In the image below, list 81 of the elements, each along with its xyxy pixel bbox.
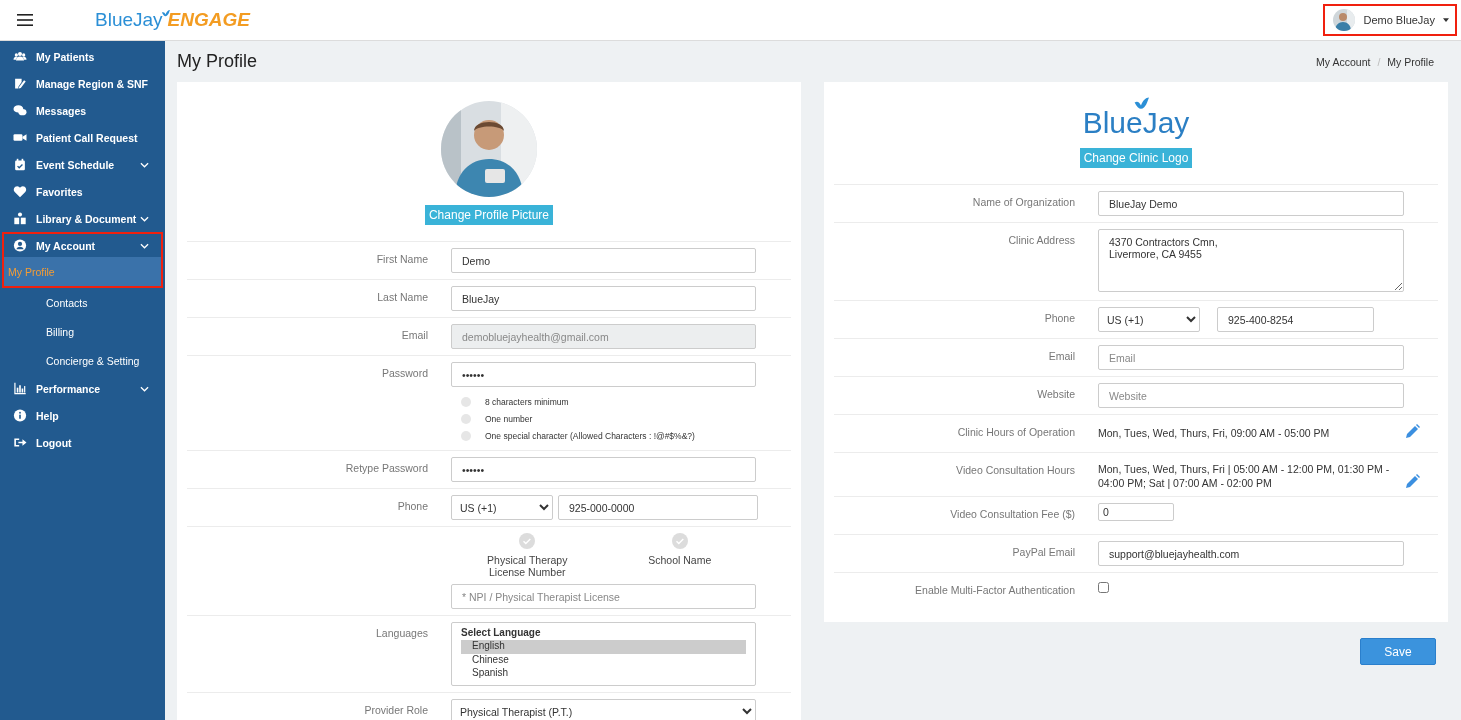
logo-text: ENGAGE [167, 9, 250, 31]
phone-field[interactable]: 925-400-8254 [1217, 307, 1374, 332]
users-icon [12, 50, 28, 63]
clinic-logo: BlueJay [1082, 106, 1190, 140]
role-select[interactable]: Physical Therapist (P.T.) [451, 699, 756, 720]
field-label: PayPal Email [1012, 546, 1075, 558]
field-label: Email [401, 329, 428, 341]
field-label: Phone [397, 500, 428, 512]
country-code-select[interactable]: US (+1) [451, 495, 553, 520]
field-label: Clinic Address [1008, 234, 1075, 246]
field-label: Last Name [377, 291, 428, 303]
password-field[interactable]: •••••• [451, 362, 756, 387]
nav-subitem[interactable]: Billing [0, 317, 165, 346]
field-label: Email [1048, 350, 1075, 362]
bird-icon [1133, 96, 1149, 112]
nav-item[interactable]: My Account [4, 234, 161, 257]
pencil-icon[interactable] [1404, 424, 1420, 440]
text-field[interactable]: BlueJay Demo [1098, 191, 1404, 216]
hours-text: Mon, Tues, Wed, Thurs, Fri, 09:00 AM - 05:00 PM [1098, 426, 1330, 440]
field-label: First Name [376, 253, 428, 265]
text-field[interactable]: Demo [451, 248, 756, 273]
chat-bubbles-icon [12, 104, 28, 117]
nav-item[interactable]: Event Schedule [4, 153, 161, 176]
field-label: Password [381, 367, 428, 379]
step-label: Physical Therapy License Number [486, 554, 569, 578]
nav-item[interactable]: My Patients [4, 45, 161, 68]
password-rule: One special character (Allowed Characters : !@#$%&?) [485, 430, 695, 441]
nav-item[interactable]: Help [4, 404, 161, 427]
edit-document-icon [12, 77, 28, 90]
field-label: Phone [1044, 312, 1075, 324]
nav-item[interactable]: Logout [4, 431, 161, 454]
nav-item[interactable]: Library & Document [4, 207, 161, 230]
step-label: School Name [648, 554, 712, 566]
field-label: Name of Organization [972, 196, 1075, 208]
password-field[interactable]: •••••• [451, 457, 756, 482]
user-menu[interactable]: Demo BlueJay [1323, 4, 1457, 36]
password-rule: 8 characters minimum [485, 396, 569, 407]
checkbox[interactable] [1098, 582, 1109, 593]
nav-item[interactable]: Performance [4, 377, 161, 400]
text-field[interactable]: support@bluejayhealth.com [1098, 541, 1404, 566]
address-field[interactable]: 4370 Contractors Cmn, Livermore, CA 9455 [1098, 229, 1404, 292]
phone-field[interactable]: 925-000-0000 [558, 495, 758, 520]
heart-icon [12, 185, 28, 198]
nav-subitem[interactable]: Concierge & Setting [0, 346, 165, 375]
field-label: Languages [376, 627, 428, 639]
page-title: My Profile [177, 51, 257, 72]
menu-icon[interactable] [17, 14, 33, 26]
text-field[interactable]: Email [1098, 345, 1404, 370]
library-icon [12, 212, 28, 225]
user-circle-icon [12, 239, 28, 252]
field-label: Provider Role [364, 704, 428, 716]
logo-text: BlueJay [95, 9, 163, 31]
field-label: Clinic Hours of Operation [957, 426, 1075, 438]
caret-icon [1443, 18, 1449, 22]
nav-item[interactable]: Favorites [4, 180, 161, 203]
breadcrumb-separator: / [1377, 55, 1381, 68]
calendar-icon [12, 158, 28, 171]
field-label: Website [1037, 388, 1075, 400]
nav-item[interactable]: Messages [4, 99, 161, 122]
logout-icon [12, 436, 28, 449]
license-field[interactable]: * NPI / Physical Therapist License [451, 584, 756, 609]
password-rule: One number [485, 413, 533, 424]
nav-item[interactable]: Patient Call Request [4, 126, 161, 149]
field-label: Enable Multi-Factor Authentication [915, 584, 1075, 596]
video-camera-icon [12, 131, 28, 144]
text-field[interactable]: Website [1098, 383, 1404, 408]
fee-field[interactable]: 0 [1098, 503, 1174, 521]
info-icon [12, 409, 28, 422]
field-label: Video Consultation Hours [956, 464, 1075, 476]
language-listbox[interactable]: Select Language English Chinese Spanish [451, 622, 756, 686]
nav-subitem[interactable]: Contacts [0, 288, 165, 317]
bar-chart-icon [12, 382, 28, 395]
field-label: Video Consultation Fee ($) [950, 508, 1075, 520]
breadcrumb-link[interactable]: My Account [1316, 55, 1371, 68]
nav-item[interactable]: Manage Region & SNF [4, 72, 161, 95]
hours-text: Mon, Tues, Wed, Thurs, Fri | 05:00 AM - 12:00 PM, 01:30 PM - 04:00 PM; Sat | 07:00 AM - 02:00 PM [1098, 462, 1391, 490]
pencil-icon[interactable] [1404, 474, 1420, 490]
text-field[interactable]: BlueJay [451, 286, 756, 311]
breadcrumb-link[interactable]: My Profile [1387, 55, 1434, 68]
field-label: Retype Password [345, 462, 428, 474]
country-code-select[interactable]: US (+1) [1098, 307, 1200, 332]
